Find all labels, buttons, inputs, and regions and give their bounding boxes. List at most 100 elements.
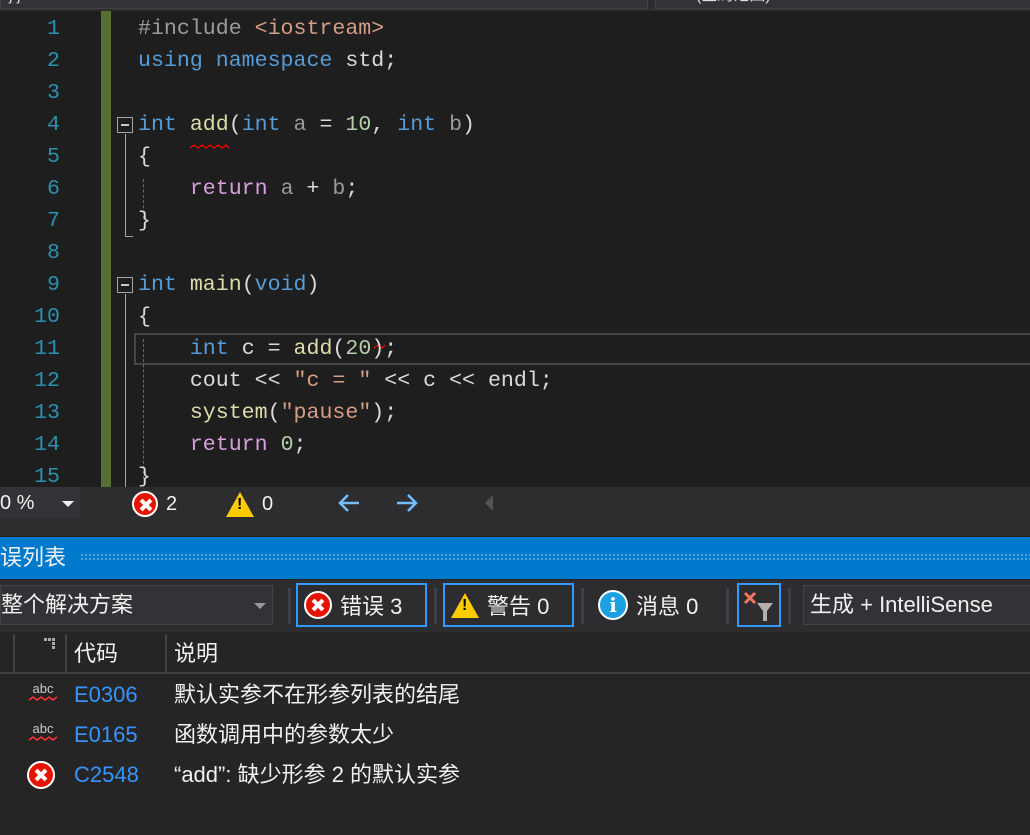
warning-count[interactable]: 0 bbox=[226, 490, 273, 518]
token-plain: ( bbox=[332, 337, 346, 361]
intellisense-squiggle-icon: abc bbox=[28, 682, 58, 701]
column-divider[interactable] bbox=[13, 634, 15, 672]
token-keyword: void bbox=[254, 273, 307, 297]
warnings-label: 警告 0 bbox=[487, 594, 550, 619]
token-keyword: int bbox=[138, 273, 190, 297]
column-options-icon[interactable] bbox=[44, 638, 60, 652]
line-number: 10 bbox=[34, 305, 60, 329]
separator bbox=[288, 588, 291, 624]
error-list-header: 代码 说明 bbox=[0, 632, 1030, 674]
info-icon: i bbox=[598, 590, 628, 620]
code-line[interactable]: int main(void) bbox=[138, 269, 319, 301]
panel-title: 误列表 bbox=[0, 545, 67, 570]
scroll-left-icon[interactable] bbox=[483, 494, 495, 512]
errors-filter-button[interactable]: 错误 3 bbox=[296, 583, 427, 627]
error-description: 默认实参不在形参列表的结尾 bbox=[174, 682, 461, 707]
line-number: 9 bbox=[47, 273, 60, 297]
token-plain: << bbox=[449, 369, 488, 393]
token-func: add bbox=[293, 337, 333, 361]
code-line[interactable]: system("pause"); bbox=[138, 397, 397, 429]
line-number: 11 bbox=[34, 337, 60, 361]
token-func: main bbox=[189, 273, 242, 297]
token-plain: } bbox=[138, 465, 151, 487]
collapse-main-icon[interactable] bbox=[117, 277, 133, 293]
token-keyword: int bbox=[138, 113, 190, 137]
error-code-link[interactable]: E0306 bbox=[74, 675, 138, 715]
token-plain: endl; bbox=[487, 369, 553, 393]
token-plain: ; bbox=[345, 177, 359, 201]
error-code-link[interactable]: E0165 bbox=[74, 715, 138, 755]
source-dropdown[interactable]: 生成 + IntelliSense bbox=[803, 585, 1030, 625]
line-number: 6 bbox=[47, 177, 60, 201]
change-tracking-bar bbox=[101, 11, 111, 487]
code-line[interactable]: return a + b; bbox=[138, 173, 359, 205]
error-list-toolbar: 整个解决方案 错误 3 警告 0 i 消息 0 生成 + IntelliSens… bbox=[0, 580, 1030, 632]
line-number: 13 bbox=[34, 401, 60, 425]
project-dropdown[interactable]: j j bbox=[0, 0, 648, 9]
source-value: 生成 + IntelliSense bbox=[810, 592, 993, 617]
token-param: a bbox=[293, 113, 320, 137]
token-keyword: int bbox=[189, 337, 242, 361]
messages-label: 消息 0 bbox=[636, 594, 699, 619]
line-number: 15 bbox=[34, 465, 60, 487]
error-icon bbox=[132, 491, 158, 517]
token-keyword: int bbox=[397, 113, 450, 137]
grip-dots[interactable] bbox=[80, 553, 1030, 562]
clear-filter-button[interactable] bbox=[737, 583, 781, 627]
token-func: add bbox=[189, 113, 229, 137]
error-code-link[interactable]: C2548 bbox=[74, 755, 139, 795]
line-number: 3 bbox=[47, 81, 60, 105]
token-plain: ) bbox=[306, 273, 320, 297]
token-string: <iostream> bbox=[254, 17, 385, 41]
token-number: 10 bbox=[345, 113, 372, 137]
column-header-description[interactable]: 说明 bbox=[174, 632, 218, 676]
column-divider[interactable] bbox=[165, 634, 167, 672]
code-line[interactable]: #include <iostream> bbox=[138, 13, 384, 45]
error-row[interactable]: C2548 “add”: 缺少形参 2 的默认实参 bbox=[0, 755, 1030, 795]
code-line[interactable]: int add(int a = 10, int b) bbox=[138, 109, 475, 141]
line-number: 12 bbox=[34, 369, 60, 393]
token-plain: << bbox=[254, 369, 294, 393]
scope-filter-dropdown[interactable]: 整个解决方案 bbox=[0, 585, 273, 625]
code-line[interactable]: using namespace std; bbox=[138, 45, 397, 77]
messages-filter-button[interactable]: i 消息 0 bbox=[590, 583, 720, 627]
arrow-left-icon[interactable] bbox=[337, 492, 361, 514]
token-plain: ) bbox=[371, 337, 385, 361]
arrow-right-icon[interactable] bbox=[395, 492, 419, 514]
code-editor[interactable]: 1 #include <iostream> 2 using namespace std… bbox=[0, 11, 1030, 487]
panel-gap bbox=[0, 520, 1030, 536]
error-row[interactable]: abc E0306 默认实参不在形参列表的结尾 bbox=[0, 675, 1030, 715]
error-description: “add”: 缺少形参 2 的默认实参 bbox=[174, 762, 461, 787]
warning-icon bbox=[226, 491, 254, 517]
token-plain: = bbox=[267, 337, 294, 361]
code-line[interactable]: int c = add(20); bbox=[138, 333, 397, 365]
token-number: 20 bbox=[345, 337, 372, 361]
token-plain: ; bbox=[384, 337, 398, 361]
token-preproc: #include bbox=[138, 17, 255, 41]
fold-line bbox=[125, 134, 126, 236]
code-line[interactable]: } bbox=[138, 461, 151, 487]
code-line[interactable]: } bbox=[138, 205, 151, 237]
code-line[interactable]: return 0; bbox=[138, 429, 307, 461]
error-row[interactable]: abc E0165 函数调用中的参数太少 bbox=[0, 715, 1030, 755]
column-header-code[interactable]: 代码 bbox=[74, 632, 118, 676]
scope-dropdown[interactable]: (全局范围) bbox=[655, 0, 1030, 9]
line-number: 2 bbox=[47, 49, 60, 73]
code-line[interactable]: { bbox=[138, 301, 151, 333]
code-line[interactable]: cout << "c = " << c << endl; bbox=[138, 365, 553, 397]
fold-line bbox=[125, 294, 126, 487]
error-count[interactable]: 2 bbox=[132, 490, 177, 518]
column-divider[interactable] bbox=[65, 634, 67, 672]
token-plain: ); bbox=[371, 401, 398, 425]
code-line[interactable]: { bbox=[138, 141, 151, 173]
fold-line-end bbox=[125, 236, 133, 237]
collapse-add-icon[interactable] bbox=[117, 117, 133, 133]
warnings-filter-button[interactable]: 警告 0 bbox=[443, 583, 574, 627]
line-number: 7 bbox=[47, 209, 60, 233]
line-number: 1 bbox=[47, 17, 60, 41]
token-param: b bbox=[449, 113, 463, 137]
line-number: 5 bbox=[47, 145, 60, 169]
token-plain: std; bbox=[345, 49, 398, 73]
zoom-dropdown[interactable]: 0 % bbox=[0, 487, 80, 519]
errors-label: 错误 3 bbox=[340, 594, 403, 619]
